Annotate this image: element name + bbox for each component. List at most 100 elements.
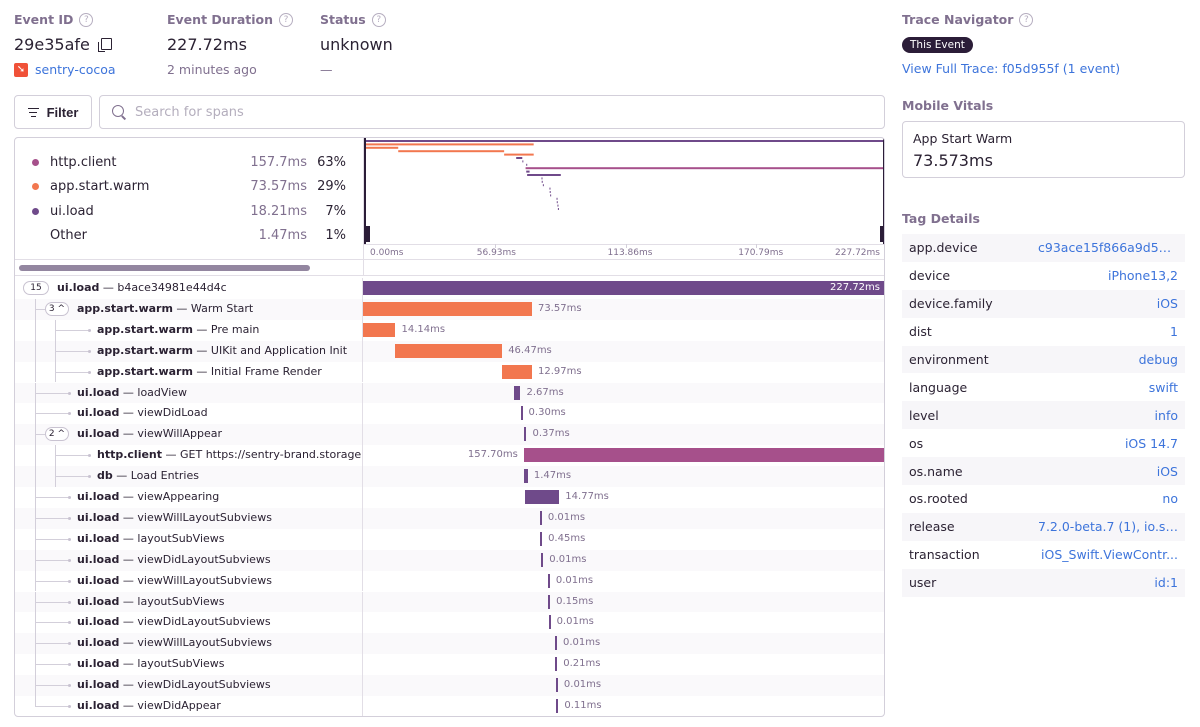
span-row[interactable]: ui.load — viewWillLayoutSubviews 0.01ms xyxy=(15,633,884,655)
view-full-trace-link[interactable]: View Full Trace: f05d955f (1 event) xyxy=(902,61,1185,76)
span-bar[interactable] xyxy=(540,531,543,546)
toggle-children-button[interactable]: 15 xyxy=(23,281,49,295)
tag-value-link[interactable]: iPhone13,2 xyxy=(1108,268,1178,283)
help-icon[interactable]: ? xyxy=(79,12,94,27)
minimap-span-bar xyxy=(556,201,558,204)
filter-button[interactable]: Filter xyxy=(14,95,92,129)
span-tree-cell: ui.load — viewWillLayoutSubviews xyxy=(15,633,363,655)
tag-key: language xyxy=(909,379,968,395)
span-row[interactable]: db — Load Entries 1.47ms xyxy=(15,466,884,487)
span-row[interactable]: ui.load — viewDidLayoutSubviews 0.01ms xyxy=(15,675,884,696)
span-row[interactable]: ui.load — viewDidLoad 0.30ms xyxy=(15,403,884,425)
span-bar[interactable] xyxy=(520,406,523,421)
span-name: app.start.warm — Initial Frame Render xyxy=(97,365,322,378)
span-row[interactable]: ui.load — viewDidLayoutSubviews 0.01ms xyxy=(15,549,884,571)
span-bar[interactable] xyxy=(514,385,521,400)
help-icon[interactable]: ? xyxy=(371,12,386,27)
span-row[interactable]: 2 ^ ui.load — viewWillAppear 0.37ms xyxy=(15,424,884,446)
span-bar[interactable] xyxy=(363,281,884,295)
span-op: ui.load xyxy=(77,678,120,692)
tree-connector xyxy=(35,538,69,540)
tag-key: app.device xyxy=(909,240,978,256)
span-description: — Initial Frame Render xyxy=(192,364,322,378)
span-bar[interactable] xyxy=(547,573,550,588)
project-link[interactable]: sentry-cocoa xyxy=(35,62,116,77)
span-row[interactable]: ui.load — viewWillLayoutSubviews 0.01ms xyxy=(15,570,884,592)
tree-connector-vertical xyxy=(35,591,36,613)
toggle-children-button[interactable]: 2 ^ xyxy=(45,427,69,442)
swift-platform-icon: ➘ xyxy=(14,62,28,77)
minimap-handle-right[interactable] xyxy=(880,226,885,242)
copy-icon[interactable] xyxy=(97,37,112,52)
span-bar[interactable] xyxy=(548,615,551,630)
span-row[interactable]: http.client — GET https://sentry-brand.s… xyxy=(15,445,884,467)
tree-connector-vertical xyxy=(35,633,36,655)
horizontal-scrollbar[interactable] xyxy=(15,260,363,276)
span-bar[interactable] xyxy=(502,364,532,379)
span-bar[interactable] xyxy=(555,636,557,651)
span-row[interactable]: app.start.warm — Pre main 14.14ms xyxy=(15,319,884,341)
minimap-handle-left[interactable] xyxy=(364,226,370,242)
span-row[interactable]: 3 ^ app.start.warm — Warm Start 73.57ms xyxy=(15,298,884,320)
tag-value-link[interactable]: id:1 xyxy=(1154,575,1178,590)
span-bar[interactable] xyxy=(363,301,532,316)
tag-value-link[interactable]: 7.2.0-beta.7 (1), io.se... xyxy=(1038,519,1178,534)
span-bar[interactable] xyxy=(556,699,559,713)
tag-value-link[interactable]: iOS_Swift.ViewContr... xyxy=(1041,547,1178,562)
span-bar[interactable] xyxy=(555,678,558,693)
tag-value-link[interactable]: iOS xyxy=(1157,464,1178,479)
tag-value-link[interactable]: iOS 14.7 xyxy=(1125,436,1178,451)
tree-connector xyxy=(35,685,69,687)
tag-key: dist xyxy=(909,324,932,340)
tag-value-link[interactable]: c93ace15f866a9d50... xyxy=(1038,240,1178,255)
span-row[interactable]: ui.load — viewDidAppear 0.11ms xyxy=(15,696,884,716)
scrollbar-thumb[interactable] xyxy=(19,265,310,271)
span-description: — Warm Start xyxy=(172,301,254,315)
toggle-children-button[interactable]: 3 ^ xyxy=(45,301,69,316)
span-row[interactable]: app.start.warm — Initial Frame Render 12.… xyxy=(15,361,884,383)
span-bar[interactable] xyxy=(539,510,542,525)
span-bar[interactable] xyxy=(555,657,558,672)
minimap-span-bar xyxy=(557,204,559,207)
span-row[interactable]: ui.load — layoutSubViews 0.21ms xyxy=(15,654,884,676)
vital-value: 73.573ms xyxy=(913,151,993,170)
tag-value-link[interactable]: 1 xyxy=(1170,324,1178,339)
tag-value-link[interactable]: swift xyxy=(1149,380,1178,395)
tree-connector-vertical xyxy=(55,466,56,487)
span-bar[interactable] xyxy=(395,343,503,358)
event-id-label: Event ID xyxy=(14,12,74,27)
span-bar[interactable] xyxy=(525,490,560,504)
span-row[interactable]: app.start.warm — UIKit and Application I… xyxy=(15,340,884,362)
span-duration-label: 0.30ms xyxy=(528,407,566,419)
span-row[interactable]: 15 ui.load — b4ace34981e44d4c 227.72ms xyxy=(15,278,884,299)
span-row[interactable]: ui.load — layoutSubViews 0.45ms xyxy=(15,528,884,550)
search-input[interactable] xyxy=(135,104,884,120)
span-bar[interactable] xyxy=(524,427,527,442)
span-search[interactable] xyxy=(99,95,885,129)
span-name: ui.load — layoutSubViews xyxy=(77,595,225,608)
span-bar[interactable] xyxy=(524,469,528,484)
span-bar-cell: 0.11ms xyxy=(363,696,884,716)
span-bar[interactable] xyxy=(548,594,551,609)
tag-value-link[interactable]: iOS xyxy=(1157,296,1178,311)
tree-connector-vertical xyxy=(35,319,36,341)
span-bar[interactable] xyxy=(523,448,884,463)
minimap[interactable] xyxy=(363,138,885,244)
help-icon[interactable]: ? xyxy=(279,12,294,27)
span-bar[interactable] xyxy=(541,552,544,567)
span-row[interactable]: ui.load — viewDidLayoutSubviews 0.01ms xyxy=(15,612,884,634)
this-event-badge: This Event xyxy=(902,37,973,53)
span-row[interactable]: ui.load — layoutSubViews 0.15ms xyxy=(15,591,884,613)
tag-value-link[interactable]: debug xyxy=(1139,352,1178,367)
span-row[interactable]: ui.load — viewWillLayoutSubviews 0.01ms xyxy=(15,507,884,529)
tag-table: app.device c93ace15f866a9d50... device iPho… xyxy=(902,234,1185,597)
tag-value-link[interactable]: no xyxy=(1162,491,1178,506)
tag-value-link[interactable]: info xyxy=(1155,408,1178,423)
help-icon[interactable]: ? xyxy=(1019,12,1034,27)
span-row[interactable]: ui.load — viewAppearing 14.77ms xyxy=(15,487,884,508)
span-row[interactable]: ui.load — loadView 2.67ms xyxy=(15,382,884,404)
span-bar[interactable] xyxy=(363,322,396,337)
minimap-span-bar xyxy=(366,146,399,149)
span-name: ui.load — viewDidAppear xyxy=(77,699,221,712)
filter-label: Filter xyxy=(46,104,79,120)
